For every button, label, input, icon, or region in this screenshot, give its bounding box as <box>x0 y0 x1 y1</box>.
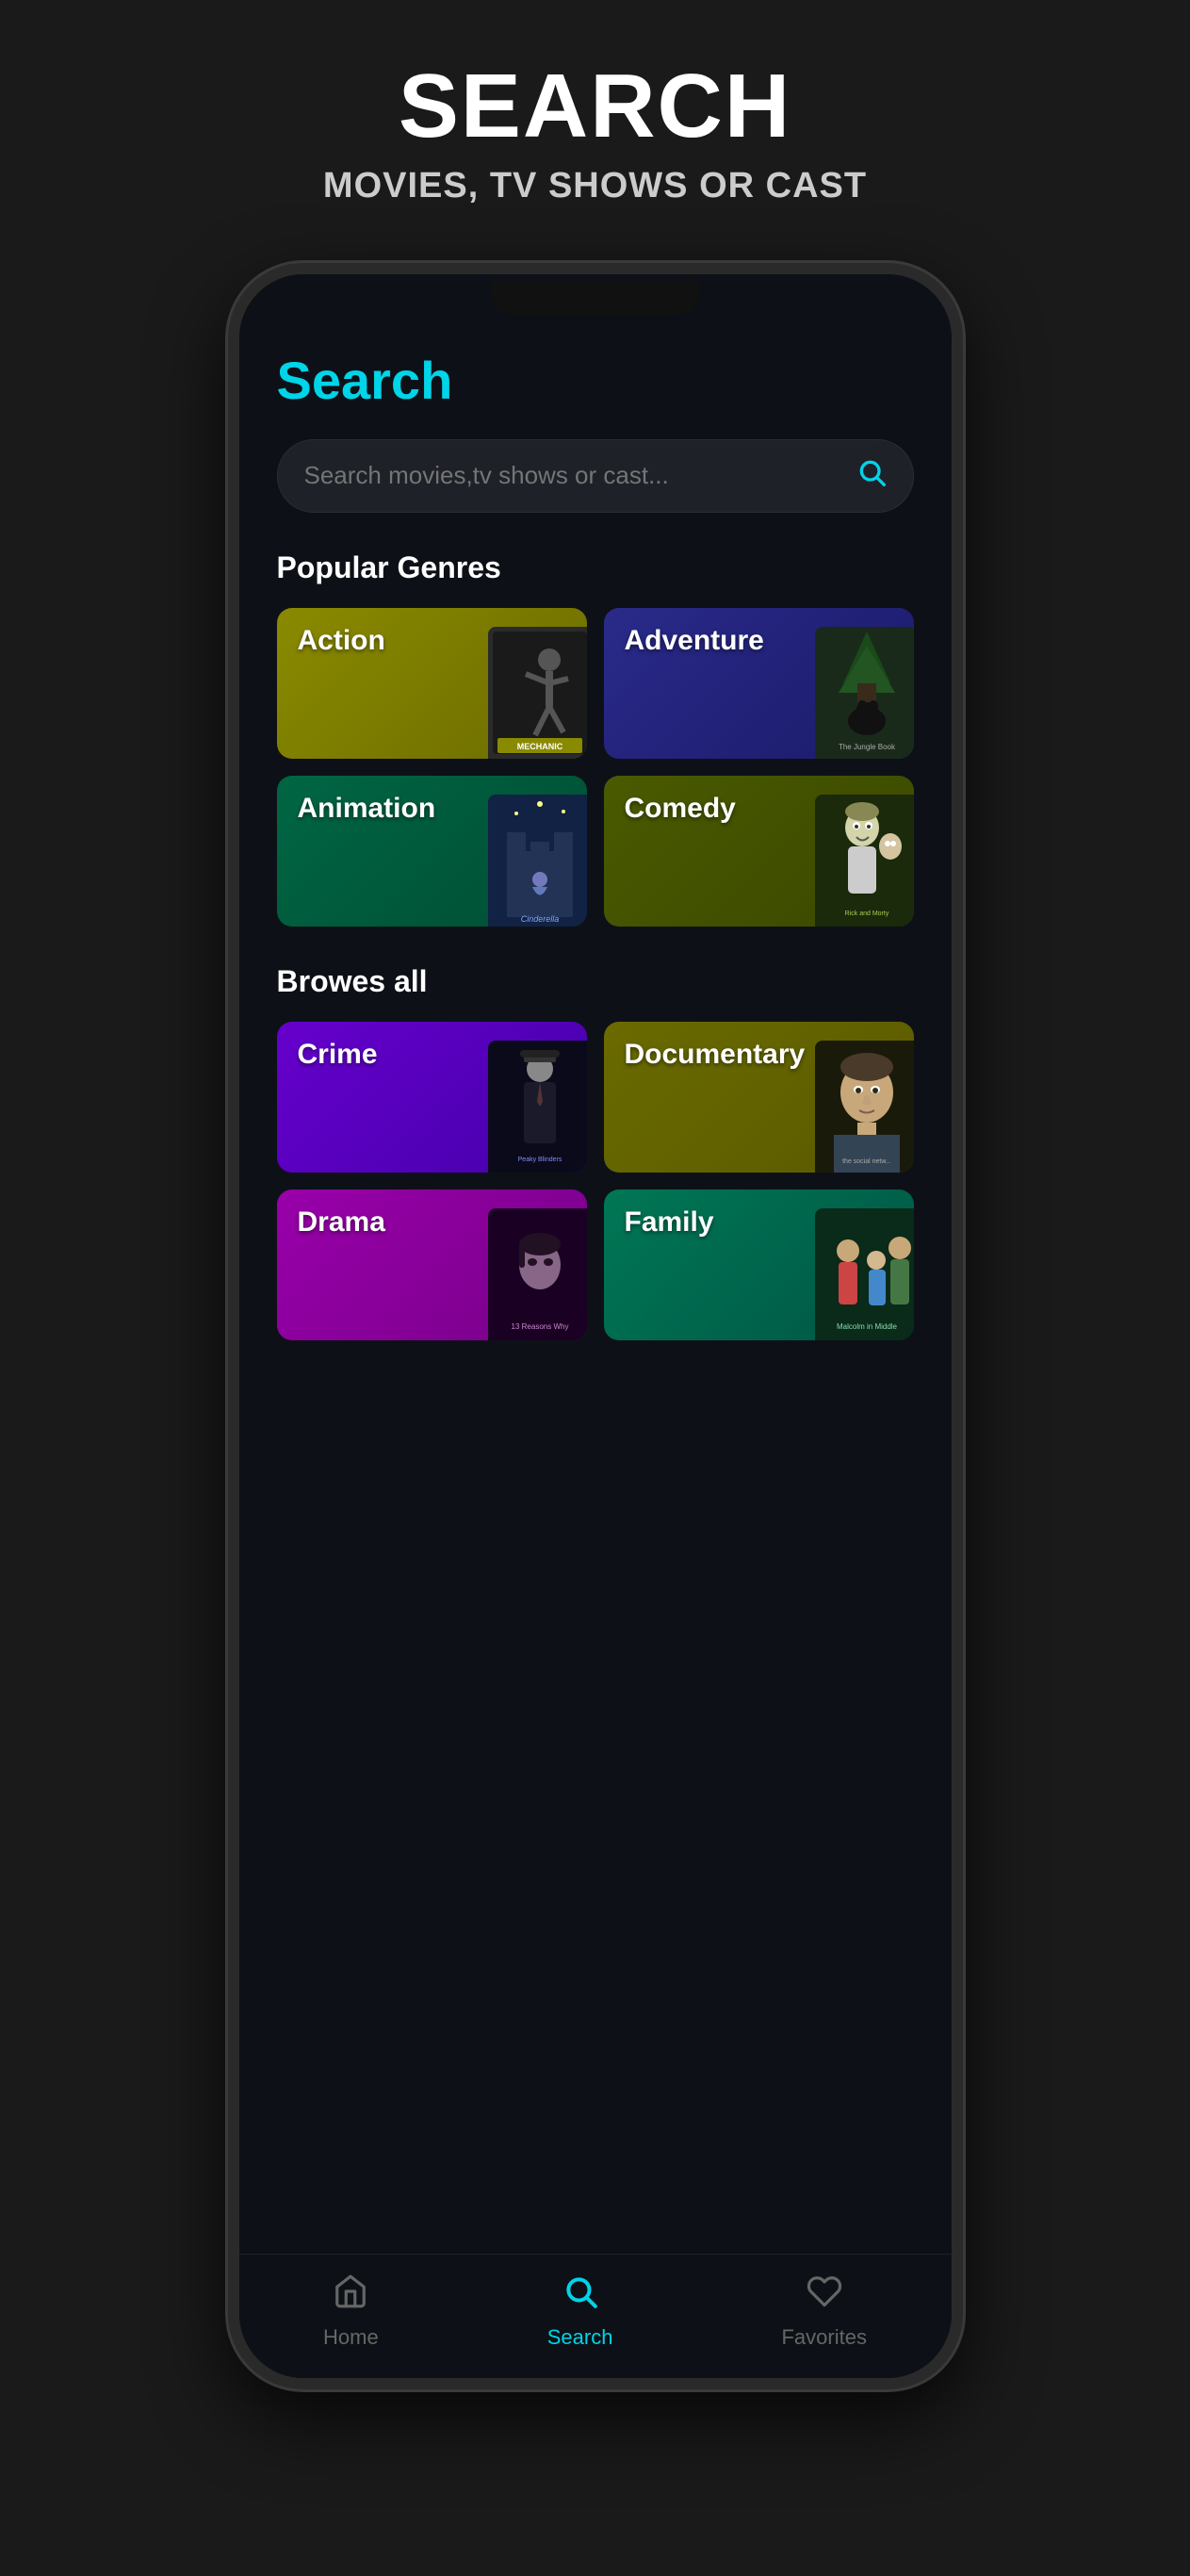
home-nav-label: Home <box>323 2325 379 2350</box>
status-bar <box>239 274 952 321</box>
animation-label: Animation <box>298 793 436 825</box>
svg-text:Malcolm in Middle: Malcolm in Middle <box>836 1322 897 1331</box>
genre-card-documentary[interactable]: Documentary <box>604 1022 914 1173</box>
action-poster: MECHANIC <box>488 627 587 759</box>
animation-poster: Cinderella <box>488 795 587 927</box>
comedy-label: Comedy <box>625 793 736 825</box>
bottom-navigation: Home Search Favorites <box>239 2254 952 2378</box>
svg-text:Rick and Morty: Rick and Morty <box>844 911 888 917</box>
genre-card-action[interactable]: Action MECHANIC <box>277 608 587 759</box>
action-label: Action <box>298 625 385 657</box>
genre-card-animation[interactable]: Animation <box>277 776 587 927</box>
phone-content: Search Popular Genres Action <box>239 321 952 2254</box>
hero-title: SEARCH <box>38 57 1152 156</box>
adventure-poster: The Jungle Book <box>815 627 914 759</box>
genre-card-adventure[interactable]: Adventure The Jungle Book <box>604 608 914 759</box>
family-poster: Malcolm in Middle <box>815 1208 914 1340</box>
svg-text:Cinderella: Cinderella <box>520 914 559 924</box>
favorites-icon <box>807 2273 842 2318</box>
popular-genres-grid: Action MECHANIC <box>277 608 914 927</box>
family-label: Family <box>625 1206 714 1239</box>
search-nav-label: Search <box>547 2325 613 2350</box>
documentary-label: Documentary <box>625 1039 806 1071</box>
nav-item-search[interactable]: Search <box>519 2273 642 2350</box>
home-icon <box>333 2273 368 2318</box>
drama-label: Drama <box>298 1206 385 1239</box>
hero-subtitle: MOVIES, TV SHOWS OR CAST <box>38 166 1152 206</box>
search-bar[interactable] <box>277 439 914 513</box>
search-input[interactable] <box>304 461 856 490</box>
adventure-label: Adventure <box>625 625 764 657</box>
phone-frame: Search Popular Genres Action <box>228 263 963 2389</box>
svg-text:The Jungle Book: The Jungle Book <box>838 743 895 751</box>
svg-text:13 Reasons Why: 13 Reasons Why <box>511 1322 568 1331</box>
genre-card-crime[interactable]: Crime Peaky Blinders <box>277 1022 587 1173</box>
svg-text:the social netw...: the social netw... <box>842 1158 891 1165</box>
phone-notch <box>492 281 699 315</box>
comedy-poster: Rick and Morty <box>815 795 914 927</box>
hero-section: SEARCH MOVIES, TV SHOWS OR CAST <box>0 0 1190 244</box>
crime-label: Crime <box>298 1039 378 1071</box>
nav-item-favorites[interactable]: Favorites <box>753 2273 894 2350</box>
favorites-nav-label: Favorites <box>781 2325 866 2350</box>
crime-poster: Peaky Blinders <box>488 1041 587 1173</box>
drama-poster: 13 Reasons Why <box>488 1208 587 1340</box>
search-icon[interactable] <box>856 457 887 495</box>
browse-all-label: Browes all <box>277 964 914 999</box>
svg-text:MECHANIC: MECHANIC <box>516 742 562 751</box>
svg-text:Peaky Blinders: Peaky Blinders <box>517 1157 562 1163</box>
nav-item-home[interactable]: Home <box>295 2273 407 2350</box>
search-nav-icon <box>562 2273 598 2318</box>
browse-all-grid: Crime Peaky Blinders <box>277 1022 914 1340</box>
genre-card-drama[interactable]: Drama 13 Reasons Why <box>277 1190 587 1340</box>
documentary-poster: the social netw... <box>815 1041 914 1173</box>
genre-card-family[interactable]: Family Malcolm in Middle <box>604 1190 914 1340</box>
page-title: Search <box>277 350 914 411</box>
popular-genres-label: Popular Genres <box>277 550 914 585</box>
genre-card-comedy[interactable]: Comedy <box>604 776 914 927</box>
